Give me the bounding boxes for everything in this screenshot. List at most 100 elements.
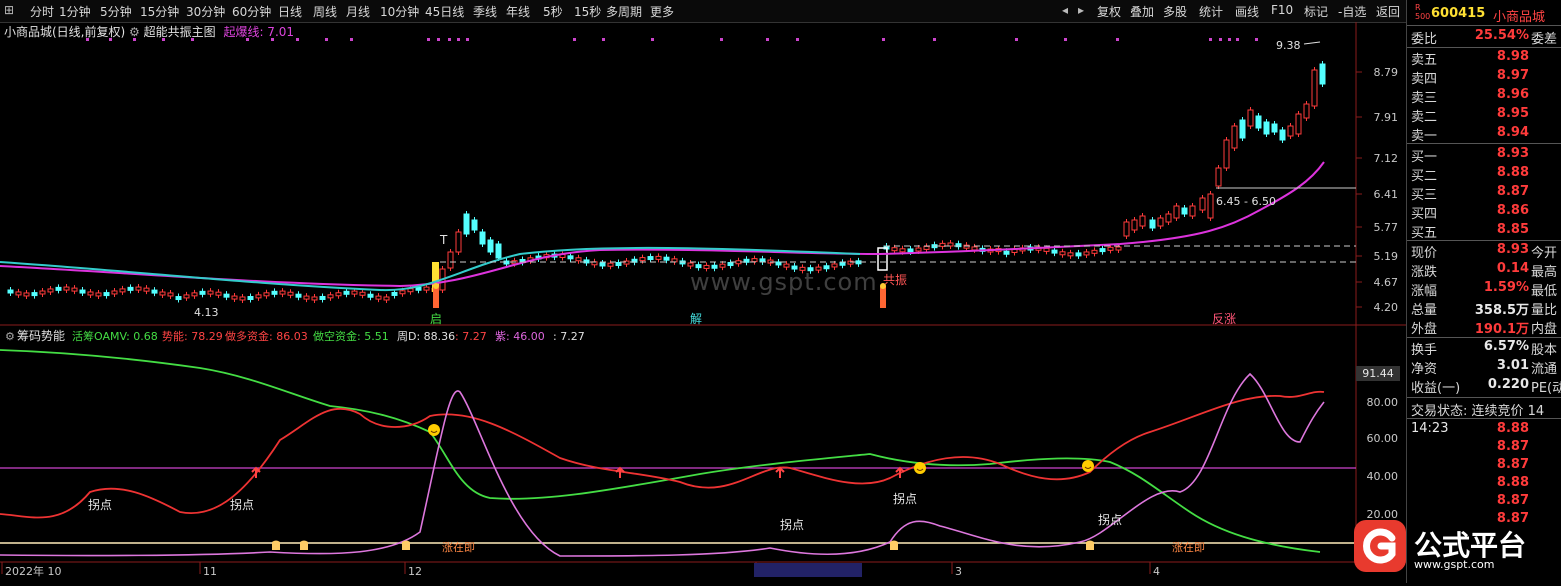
watermark: www.gspt.com [690, 268, 878, 296]
period-tab[interactable]: 30分钟 [186, 3, 225, 20]
candle [207, 290, 214, 295]
period-tab[interactable]: 15分钟 [140, 3, 179, 20]
quote-header: R 500 600415 小商品城 [1407, 2, 1561, 25]
buy-level-value: 8.93 [1496, 146, 1529, 161]
candle [223, 293, 230, 298]
candle [1199, 197, 1206, 211]
toolbar-button[interactable]: 复权 [1097, 3, 1121, 20]
period-tab[interactable]: 日线 [278, 3, 302, 20]
period-tab[interactable]: 多周期 [606, 3, 642, 20]
sell-level: 卖一 8.94 [1407, 125, 1561, 144]
candle [103, 292, 110, 297]
period-tab[interactable]: 15秒 [574, 3, 601, 20]
candle [1189, 205, 1196, 217]
period-tab[interactable]: 5分钟 [100, 3, 132, 20]
r-badge-sub: 500 [1415, 12, 1431, 21]
toolbar-button[interactable]: 叠加 [1130, 3, 1154, 20]
period-tab[interactable]: 周线 [313, 3, 337, 20]
price-tick-label: 4.67 [1374, 276, 1399, 289]
period-tab[interactable]: 5秒 [543, 3, 563, 20]
candle [303, 295, 310, 300]
turn-label: 拐点 [893, 491, 917, 506]
prev-icon[interactable]: ◂ [1062, 3, 1068, 17]
sell-level: 卖四 8.97 [1407, 68, 1561, 87]
tick-price: 8.88 [1496, 421, 1529, 436]
sub-chart-readout: 活筹OAMV: 0.68 [72, 329, 158, 343]
settings-icon[interactable]: ⚙ [129, 25, 140, 39]
candle [1295, 113, 1302, 135]
trade-status: 交易状态: 连续竞价 14 [1407, 400, 1561, 419]
candle [479, 231, 486, 245]
candle [127, 286, 134, 291]
period-toolbar: ⊞ 分时 1分钟 5分钟 15分钟 30分钟 60分钟 日线 周线 月线 10分钟 45日线 季线 年线… [0, 0, 1406, 23]
indicator-name[interactable]: 超能共振主图 [144, 25, 216, 39]
resonance-label: 共振 [883, 273, 907, 287]
period-tab[interactable]: 45日线 [425, 3, 464, 20]
signal-dot [448, 38, 451, 41]
period-tab[interactable]: 60分钟 [232, 3, 271, 20]
candle [1247, 109, 1254, 127]
toolbar-button[interactable]: 画线 [1235, 3, 1259, 20]
sell-level-value: 8.94 [1496, 125, 1529, 140]
crosshair-date-box [754, 563, 862, 577]
period-tab[interactable]: 季线 [473, 3, 497, 20]
candle [663, 256, 670, 261]
period-tab[interactable]: 年线 [506, 3, 530, 20]
period-tab[interactable]: 月线 [346, 3, 370, 20]
candle [383, 296, 390, 301]
tick-entry: 8.87 [1407, 457, 1561, 476]
candle [23, 292, 30, 297]
period-tab[interactable]: 1分钟 [59, 3, 91, 20]
signal-badge: 启 [430, 312, 442, 326]
t-mark: T [439, 233, 448, 247]
toolbar-button[interactable]: 统计 [1199, 3, 1223, 20]
sub-chart-readout: 做空资金: 5.51 [313, 329, 389, 343]
sub-chart-readout: 做多资金: 86.03 [225, 329, 308, 343]
toolbar-button[interactable]: 标记 [1304, 3, 1328, 20]
candle [111, 290, 118, 295]
candle [1279, 129, 1286, 141]
divider [1407, 337, 1561, 338]
next-icon[interactable]: ▸ [1078, 3, 1084, 17]
indicator-tick-label: 40.00 [1367, 470, 1399, 483]
period-tab[interactable]: 10分钟 [380, 3, 419, 20]
candle [1051, 249, 1058, 254]
candle [1157, 217, 1164, 227]
candle [1303, 103, 1310, 119]
buy-level: 买二 8.88 [1407, 165, 1561, 184]
tick-entry: 8.88 [1407, 421, 1561, 440]
grid-icon[interactable]: ⊞ [4, 3, 14, 17]
chart-area[interactable]: 8.79 7.91 7.12 6.41 5.77 5.19 4.67 4.20 9.38 4.13… [0, 22, 1406, 583]
buy-level-value: 8.88 [1496, 165, 1529, 180]
candle [71, 287, 78, 292]
candle [47, 288, 54, 293]
signal-badge: 解 [690, 312, 702, 326]
quote-stat-value: 358.5万 [1474, 303, 1529, 318]
low-label: 4.13 [194, 306, 219, 319]
period-tab[interactable]: 分时 [30, 3, 54, 20]
divider [1407, 25, 1561, 26]
candle [1165, 213, 1172, 223]
sub-chart-readout: 周D: 88.36 [397, 330, 455, 343]
high-pointer [1303, 41, 1321, 45]
settings-icon: ⚙ [5, 330, 15, 343]
signal-dot [325, 38, 328, 41]
candle [87, 291, 94, 296]
toolbar-button[interactable]: F10 [1271, 3, 1293, 17]
period-tab[interactable]: 更多 [650, 3, 674, 20]
toolbar-button[interactable]: 多股 [1163, 3, 1187, 20]
candle [1215, 167, 1222, 187]
candle [247, 296, 254, 301]
divider [1407, 418, 1561, 419]
toolbar-button[interactable]: -自选 [1338, 3, 1366, 20]
up-arrow-icon [615, 466, 625, 478]
tick-entry: 8.88 [1407, 475, 1561, 494]
signal-dot [1228, 38, 1231, 41]
candle [655, 255, 662, 260]
candle [199, 290, 206, 295]
quote-stat: 总量 358.5万 量比 [1407, 299, 1561, 318]
candle [231, 295, 238, 300]
toolbar-button[interactable]: 返回 [1376, 3, 1400, 20]
curve-purple [0, 372, 1325, 557]
candle [463, 213, 470, 235]
